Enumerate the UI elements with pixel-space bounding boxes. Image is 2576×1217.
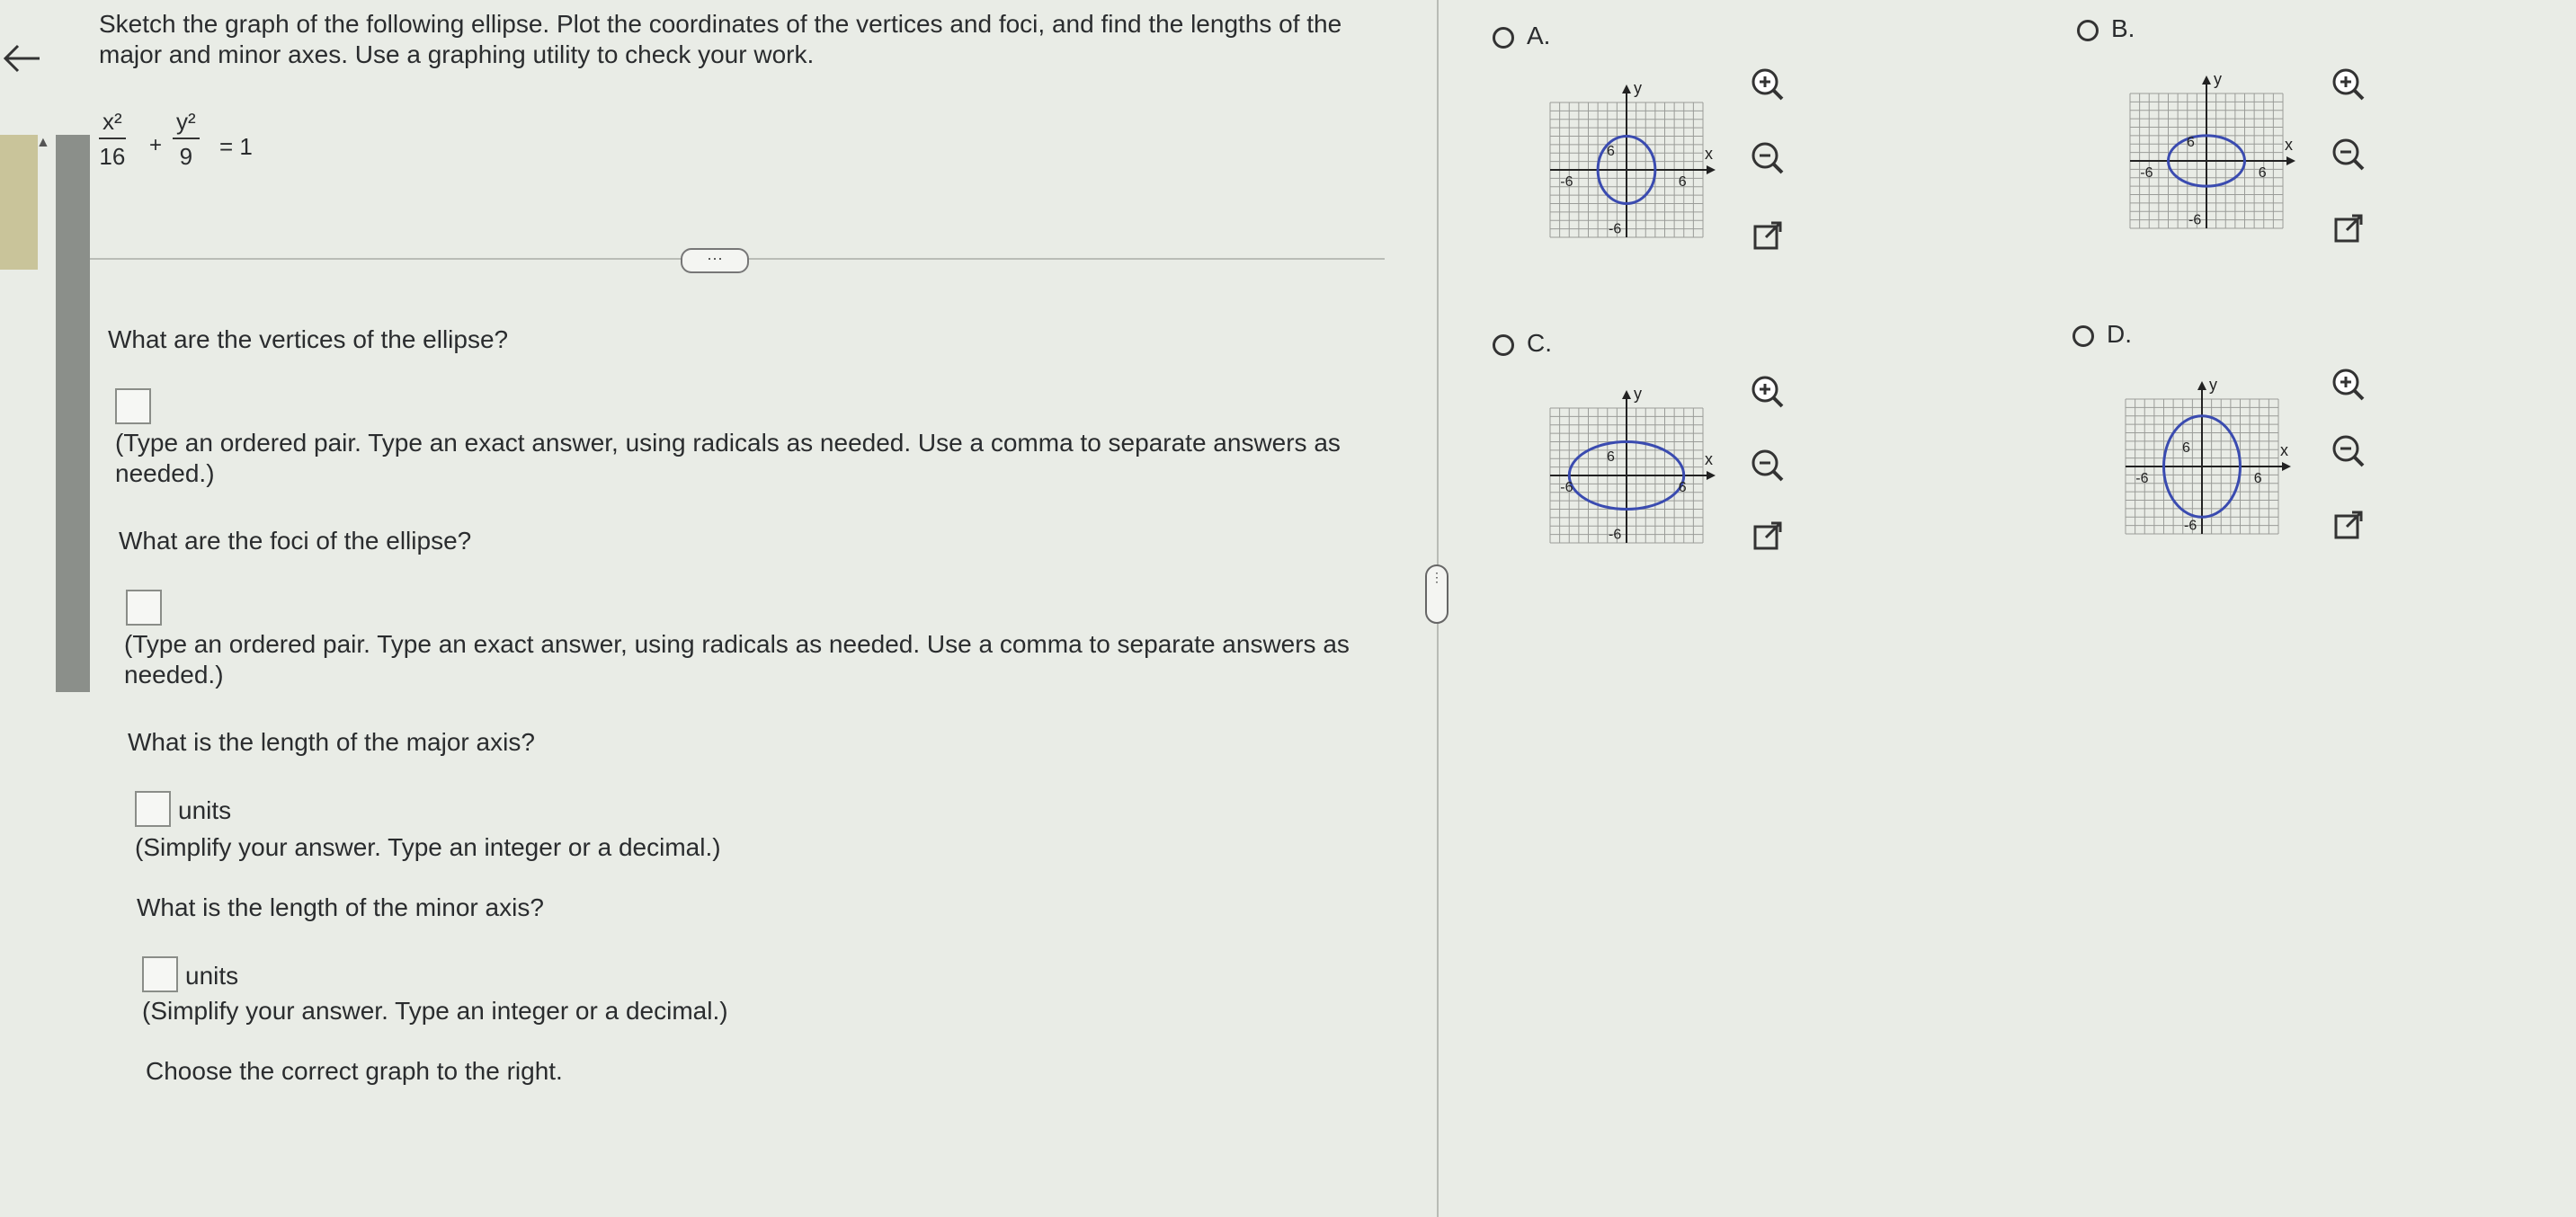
choose-prompt: Choose the correct graph to the right. [146,1057,563,1085]
zoom-in-icon[interactable] [2329,65,2368,104]
option-b-graph: y x 6 -6 -6 6 [2129,70,2295,229]
major-axis-question: What is the length of the major axis? [128,728,535,756]
tick-label-y-pos: 6 [2187,135,2195,150]
x-axis-label: x [2285,136,2293,154]
eq-x-denominator: 16 [99,143,126,170]
y-axis-arrow [2202,76,2211,84]
vertices-hint: (Type an ordered pair. Type an exact ans… [115,429,1341,487]
tick-label-x-neg: -6 [2135,471,2148,486]
option-c-graph: y x 6 -6 -6 6 [1549,385,1716,544]
y-axis-label: y [2214,70,2222,88]
popout-icon[interactable] [2329,209,2368,248]
tick-label-y-neg: -6 [1609,221,1621,236]
foci-hint: (Type an ordered pair. Type an exact ans… [124,630,1350,688]
tick-label-y-pos: 6 [1607,449,1615,465]
zoom-out-icon[interactable] [1748,138,1787,178]
tick-label-x-pos: 6 [1679,480,1687,495]
option-d-radio[interactable] [2072,325,2094,347]
vertices-input[interactable] [115,388,151,424]
popout-icon[interactable] [2329,505,2368,545]
expand-more-button[interactable]: ··· [681,248,749,273]
x-axis-arrow [1707,165,1716,174]
minor-axis-question: What is the length of the minor axis? [137,893,544,921]
x-axis-arrow [1707,471,1716,480]
zoom-out-icon[interactable] [2329,135,2368,174]
sidebar-strip [0,135,38,270]
zoom-in-icon[interactable] [1748,372,1787,412]
back-arrow-icon[interactable] [0,36,45,81]
x-axis-label: x [1705,450,1713,468]
eq-plus: + [149,133,163,157]
tick-label-x-pos: 6 [1679,174,1687,190]
minor-axis-hint: (Simplify your answer. Type an integer o… [142,997,728,1025]
zoom-out-icon[interactable] [2329,431,2368,471]
option-d-graph: y x 6 -6 -6 6 [2125,376,2291,535]
x-axis-arrow [2282,462,2291,471]
tick-label-x-neg: -6 [1560,480,1573,495]
y-axis-arrow [2197,381,2206,390]
eq-y-numerator: y² [173,108,200,139]
tick-label-y-pos: 6 [2182,440,2190,456]
tick-label-x-pos: 6 [2259,165,2267,181]
tick-label-y-pos: 6 [1607,144,1615,159]
foci-input[interactable] [126,590,162,626]
major-axis-units: units [178,796,232,824]
minor-axis-units: units [185,962,239,990]
minor-axis-input[interactable] [142,956,178,992]
major-axis-input[interactable] [135,791,171,827]
y-axis-label: y [1634,79,1642,97]
option-c-label[interactable]: C. [1527,329,1552,358]
x-axis-label: x [2280,441,2288,459]
zoom-in-icon[interactable] [1748,65,1787,104]
tick-label-y-neg: -6 [1609,527,1621,542]
tick-label-x-neg: -6 [2140,165,2153,181]
y-axis-label: y [1634,385,1642,403]
option-d-label[interactable]: D. [2107,320,2132,349]
scrollbar[interactable] [56,135,90,692]
y-axis-arrow [1622,390,1631,399]
eq-x-numerator: x² [99,108,126,139]
popout-icon[interactable] [1748,216,1787,255]
option-a-graph: y x 6 -6 -6 6 [1549,79,1716,238]
option-a-label[interactable]: A. [1527,22,1550,50]
question-prompt: Sketch the graph of the following ellips… [99,10,1342,68]
zoom-out-icon[interactable] [1748,446,1787,485]
eq-rhs: = 1 [219,133,253,160]
zoom-in-icon[interactable] [2329,365,2368,404]
x-axis-arrow [2286,156,2295,165]
option-b-label[interactable]: B. [2111,14,2135,43]
y-axis-arrow [1622,84,1631,93]
scroll-up-icon[interactable]: ▲ [36,135,54,162]
y-axis-label: y [2209,376,2217,394]
tick-label-x-neg: -6 [1560,174,1573,190]
major-axis-hint: (Simplify your answer. Type an integer o… [135,833,721,861]
option-b-radio[interactable] [2077,20,2099,41]
eq-y-denominator: 9 [179,143,193,170]
ellipse-equation: x² 16 + y² 9 = 1 [99,108,279,198]
panel-resize-handle[interactable]: ⋮ [1425,564,1448,624]
foci-question: What are the foci of the ellipse? [119,527,472,555]
tick-label-y-neg: -6 [2188,212,2201,227]
tick-label-x-pos: 6 [2254,471,2262,486]
option-c-radio[interactable] [1493,334,1514,356]
popout-icon[interactable] [1748,516,1787,555]
option-a-radio[interactable] [1493,27,1514,49]
x-axis-label: x [1705,145,1713,163]
vertices-question: What are the vertices of the ellipse? [108,325,509,353]
tick-label-y-neg: -6 [2184,518,2197,533]
